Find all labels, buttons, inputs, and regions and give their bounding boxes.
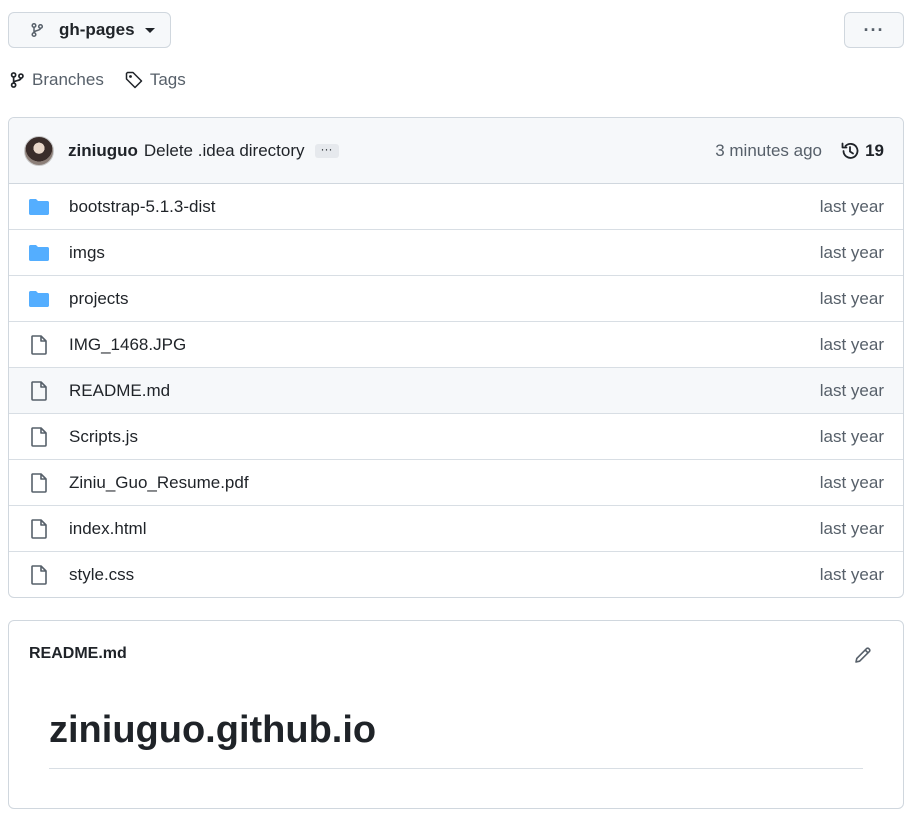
file-row-bootstrap[interactable]: bootstrap-5.1.3-dist last year [9, 184, 903, 229]
file-date: last year [819, 564, 884, 584]
file-row-index[interactable]: index.html last year [9, 505, 903, 551]
file-icon [28, 426, 50, 448]
file-icon [28, 334, 50, 356]
file-date: last year [819, 426, 884, 446]
file-name[interactable]: README.md [69, 381, 170, 401]
divider [49, 768, 863, 769]
file-name[interactable]: bootstrap-5.1.3-dist [69, 197, 215, 217]
file-name[interactable]: projects [69, 289, 129, 309]
commit-message[interactable]: Delete .idea directory [144, 141, 305, 161]
file-name[interactable]: style.css [69, 565, 134, 585]
commit-count: 19 [865, 140, 884, 160]
file-row-readme[interactable]: README.md last year [9, 367, 903, 413]
avatar[interactable] [24, 135, 54, 166]
history-icon [841, 142, 859, 159]
folder-icon [28, 242, 50, 264]
file-row-resume[interactable]: Ziniu_Guo_Resume.pdf last year [9, 459, 903, 505]
file-date: last year [819, 472, 884, 492]
file-date: last year [819, 242, 884, 262]
folder-icon [28, 196, 50, 218]
branch-name: gh-pages [59, 20, 135, 39]
file-icon [28, 472, 50, 494]
git-branch-icon [29, 20, 49, 40]
file-date: last year [819, 334, 884, 354]
file-date: last year [819, 518, 884, 538]
commit-author[interactable]: ziniuguo [68, 141, 138, 161]
file-icon [28, 564, 50, 586]
file-row-style[interactable]: style.css last year [9, 551, 903, 597]
readme-panel: README.md ziniuguo.github.io [8, 620, 904, 809]
file-name[interactable]: IMG_1468.JPG [69, 335, 186, 355]
readme-heading: ziniuguo.github.io [49, 709, 377, 751]
git-branch-icon [10, 72, 24, 88]
file-row-scripts[interactable]: Scripts.js last year [9, 413, 903, 459]
file-list: ziniuguo Delete .idea directory ··· 3 mi… [8, 117, 904, 598]
file-row-projects[interactable]: projects last year [9, 275, 903, 321]
file-name[interactable]: imgs [69, 243, 105, 263]
tag-icon [125, 71, 143, 89]
commit-history-link[interactable]: 19 [839, 140, 884, 162]
chevron-down-icon [144, 27, 155, 33]
file-row-imgs[interactable]: imgs last year [9, 229, 903, 275]
pencil-icon[interactable] [853, 645, 873, 665]
latest-commit-row: ziniuguo Delete .idea directory ··· 3 mi… [9, 118, 903, 184]
file-icon [28, 518, 50, 540]
branch-selector-button[interactable]: gh-pages [8, 12, 171, 48]
commit-expand-button[interactable]: ··· [314, 143, 339, 158]
readme-title[interactable]: README.md [29, 645, 127, 663]
folder-icon [28, 288, 50, 310]
file-row-img-1468[interactable]: IMG_1468.JPG last year [9, 321, 903, 367]
commit-time: 3 minutes ago [715, 140, 822, 160]
more-options-button[interactable]: ··· [844, 12, 904, 48]
tags-link[interactable]: Tags [124, 70, 186, 90]
file-name[interactable]: Ziniu_Guo_Resume.pdf [69, 473, 249, 493]
file-date: last year [819, 380, 884, 400]
file-icon [28, 380, 50, 402]
repo-meta-links: Branches Tags [8, 70, 186, 90]
branches-link[interactable]: Branches [8, 70, 104, 90]
file-date: last year [819, 288, 884, 308]
branches-label: Branches [32, 70, 104, 89]
file-name[interactable]: Scripts.js [69, 427, 138, 447]
file-name[interactable]: index.html [69, 519, 146, 539]
tags-label: Tags [149, 70, 186, 89]
file-date: last year [819, 196, 884, 216]
